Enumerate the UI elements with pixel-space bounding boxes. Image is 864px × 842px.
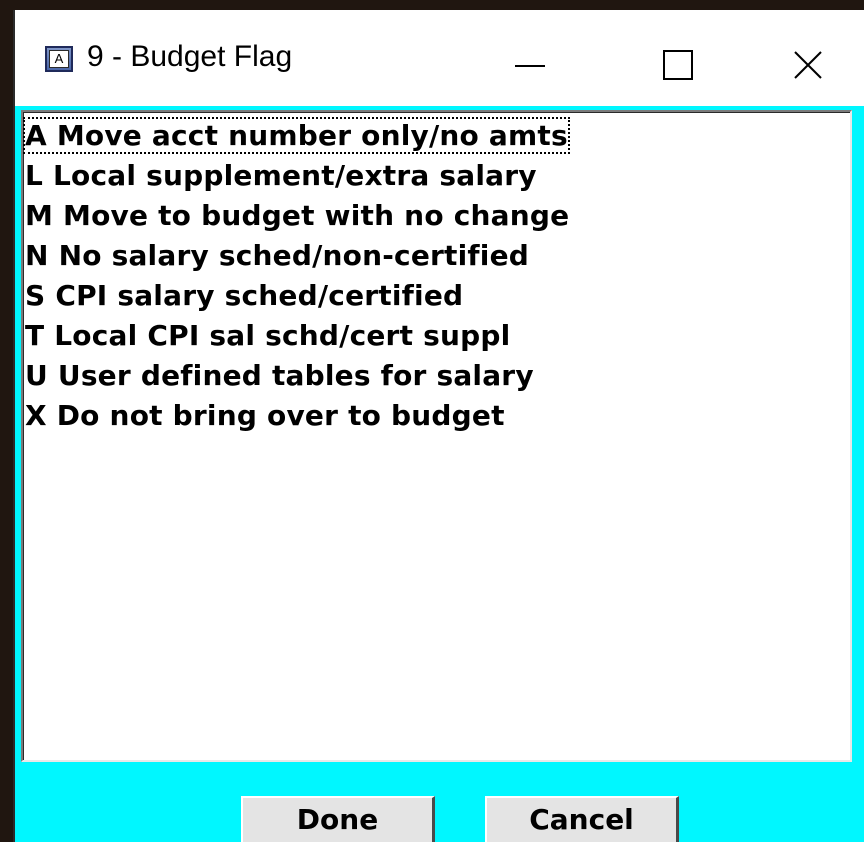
list-item[interactable]: U User defined tables for salary xyxy=(23,356,850,396)
list-item[interactable]: L Local supplement/extra salary xyxy=(23,156,850,196)
list-item-label: L Local supplement/extra salary xyxy=(25,159,537,192)
list-item-label: M Move to budget with no change xyxy=(25,199,570,232)
list-item-label: U User defined tables for salary xyxy=(25,359,534,392)
maximize-button[interactable] xyxy=(633,30,723,100)
done-button[interactable]: Done xyxy=(241,796,435,842)
minimize-button[interactable] xyxy=(485,30,575,100)
list-item[interactable]: S CPI salary sched/certified xyxy=(23,276,850,316)
list-item[interactable]: N No salary sched/non-certified xyxy=(23,236,850,276)
title-bar[interactable]: A 9 - Budget Flag xyxy=(15,10,864,106)
list-item-label: T Local CPI sal schd/cert suppl xyxy=(25,319,511,352)
window-title: 9 - Budget Flag xyxy=(87,40,293,73)
list-item[interactable]: X Do not bring over to budget xyxy=(23,396,850,436)
cancel-button[interactable]: Cancel xyxy=(485,796,679,842)
close-button[interactable] xyxy=(763,30,853,100)
list-item-label: A Move acct number only/no amts xyxy=(23,117,570,154)
list-item[interactable]: T Local CPI sal schd/cert suppl xyxy=(23,316,850,356)
budget-flag-dialog: A 9 - Budget Flag A Move acct number onl… xyxy=(13,10,864,842)
minimize-icon xyxy=(515,65,545,67)
list-item-label: S CPI salary sched/certified xyxy=(25,279,464,312)
close-icon xyxy=(794,51,822,79)
app-icon-letter: A xyxy=(49,50,69,68)
budget-flag-listbox[interactable]: A Move acct number only/no amts L Local … xyxy=(21,110,852,762)
list-item[interactable]: M Move to budget with no change xyxy=(23,196,850,236)
list-item-label: N No salary sched/non-certified xyxy=(25,239,530,272)
list-item-label: X Do not bring over to budget xyxy=(25,399,505,432)
desktop-background: A 9 - Budget Flag A Move acct number onl… xyxy=(0,0,864,842)
list-item[interactable]: A Move acct number only/no amts xyxy=(23,116,850,156)
maximize-icon xyxy=(663,50,693,80)
app-window-icon[interactable]: A xyxy=(45,46,73,72)
